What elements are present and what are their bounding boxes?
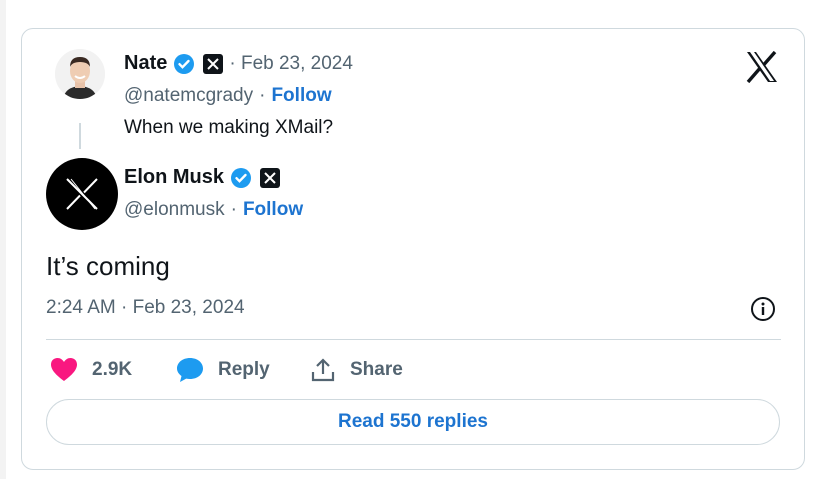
verified-badge-icon: [230, 167, 252, 189]
share-icon: [310, 357, 336, 383]
quoted-author-name[interactable]: Nate: [124, 52, 167, 75]
share-button[interactable]: Share: [310, 357, 403, 383]
separator-dot: ·: [259, 85, 266, 106]
follow-elon-button[interactable]: Follow: [243, 199, 303, 221]
quoted-handle-row: @natemcgrady · Follow: [124, 85, 332, 107]
share-label: Share: [350, 359, 403, 380]
separator-dot: ·: [230, 199, 237, 220]
x-affiliate-badge-icon: [203, 53, 224, 74]
verified-badge-icon: [173, 53, 195, 75]
author-handle[interactable]: @elonmusk: [124, 199, 225, 221]
author-row: Elon Musk: [124, 166, 281, 189]
follow-nate-button[interactable]: Follow: [271, 85, 331, 107]
like-button[interactable]: 2.9K: [50, 357, 132, 383]
quoted-author-handle[interactable]: @natemcgrady: [124, 85, 253, 107]
quoted-author-row: Nate · Feb 23, 2024: [124, 52, 353, 75]
author-handle-row: @elonmusk · Follow: [124, 199, 303, 221]
info-icon[interactable]: [750, 296, 776, 322]
quoted-tweet-text: When we making XMail?: [124, 117, 334, 138]
x-affiliate-badge-icon: [260, 167, 281, 188]
read-replies-button[interactable]: Read 550 replies: [46, 399, 780, 445]
thread-connector-line: [79, 123, 81, 149]
x-logo-icon[interactable]: [745, 50, 779, 84]
reply-label: Reply: [218, 359, 270, 380]
tweet-timestamp[interactable]: 2:24 AM · Feb 23, 2024: [46, 297, 245, 319]
author-name[interactable]: Elon Musk: [124, 166, 224, 189]
read-replies-label: Read 550 replies: [338, 411, 488, 432]
avatar-nate[interactable]: [55, 49, 105, 99]
reply-button[interactable]: Reply: [176, 357, 270, 383]
tweet-text: It’s coming: [46, 251, 170, 281]
like-count: 2.9K: [92, 359, 133, 380]
embedded-tweet-card: Nate · Feb 23, 2024 @natemcgrady · Follo…: [21, 28, 805, 470]
speech-bubble-icon: [176, 357, 204, 383]
quoted-tweet-date[interactable]: · Feb 23, 2024: [229, 53, 353, 75]
avatar-elon-musk[interactable]: [46, 158, 118, 230]
heart-icon: [50, 357, 78, 383]
divider: [46, 339, 781, 340]
